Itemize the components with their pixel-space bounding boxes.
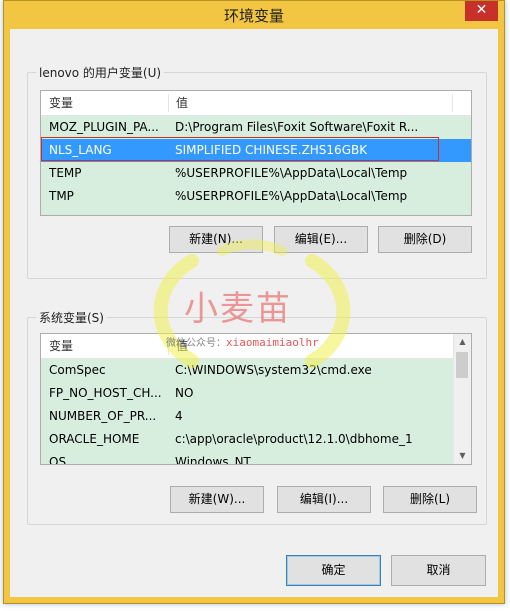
watermark-text: 小麦苗 — [184, 289, 292, 329]
column-divider[interactable] — [168, 94, 169, 112]
variable-value: %USERPROFILE%\AppData\Local\Temp — [175, 189, 408, 203]
system-variables-list[interactable]: 变量 值 ComSpec C:\WINDOWS\system32\cmd.exe… — [40, 333, 472, 465]
variable-value: Windows_NT — [175, 455, 251, 465]
watermark-caption: 微信公众号：xiaomaimiaolhr — [166, 334, 319, 349]
variable-name: TEMP — [49, 166, 82, 180]
environment-variables-dialog: 环境变量 ✕ lenovo 的用户变量(U) 变量 值 MOZ_PLUGIN_P… — [3, 0, 505, 604]
variable-name: TMP — [49, 189, 74, 203]
table-row[interactable]: OS Windows_NT — [41, 451, 455, 465]
close-icon: ✕ — [475, 2, 488, 18]
table-row[interactable]: ComSpec C:\WINDOWS\system32\cmd.exe — [41, 359, 455, 382]
ok-button[interactable]: 确定 — [286, 555, 381, 586]
variable-name: FP_NO_HOST_CH... — [49, 386, 162, 400]
column-header-value[interactable]: 值 — [176, 91, 188, 115]
user-variables-rows: MOZ_PLUGIN_PA... D:\Program Files\Foxit … — [41, 116, 471, 215]
watermark-account: xiaomaimiaolhr — [226, 336, 319, 349]
scroll-up-arrow-icon[interactable]: ▲ — [454, 334, 471, 350]
column-header-variable[interactable]: 变量 — [49, 91, 73, 115]
system-variables-rows: ComSpec C:\WINDOWS\system32\cmd.exe FP_N… — [41, 359, 455, 465]
title-bar[interactable]: 环境变量 ✕ — [4, 1, 504, 29]
variable-value: c:\app\oracle\product\12.1.0\dbhome_1 — [175, 432, 413, 446]
user-edit-button[interactable]: 编辑(E)... — [274, 226, 368, 253]
table-row[interactable]: FP_NO_HOST_CH... NO — [41, 382, 455, 405]
list-header: 变量 值 — [41, 91, 471, 116]
user-delete-button[interactable]: 删除(D) — [378, 226, 472, 253]
system-delete-button[interactable]: 删除(L) — [383, 486, 477, 513]
table-row[interactable]: NUMBER_OF_PR... 4 — [41, 405, 455, 428]
close-button[interactable]: ✕ — [465, 1, 498, 21]
user-new-button[interactable]: 新建(N)... — [169, 226, 263, 253]
table-row[interactable]: ORACLE_HOME c:\app\oracle\product\12.1.0… — [41, 428, 455, 451]
variable-value: C:\WINDOWS\system32\cmd.exe — [175, 363, 372, 377]
user-variables-label: lenovo 的用户变量(U) — [36, 64, 165, 81]
window-title: 环境变量 — [223, 7, 284, 25]
variable-name: OS — [49, 455, 67, 465]
variable-value: 4 — [175, 409, 183, 423]
scrollbar-thumb[interactable] — [456, 352, 468, 378]
system-new-button[interactable]: 新建(W)... — [170, 486, 264, 513]
watermark-caption-label: 微信公众号： — [166, 338, 226, 349]
variable-name: NUMBER_OF_PR... — [49, 409, 157, 423]
table-row[interactable]: TMP %USERPROFILE%\AppData\Local\Temp — [41, 185, 471, 208]
variable-name: ORACLE_HOME — [49, 432, 140, 446]
table-row[interactable]: MOZ_PLUGIN_PA... D:\Program Files\Foxit … — [41, 116, 471, 139]
variable-value: NO — [175, 386, 194, 400]
vertical-scrollbar[interactable]: ▲ ▼ — [453, 334, 471, 464]
table-row[interactable]: TEMP %USERPROFILE%\AppData\Local\Temp — [41, 162, 471, 185]
scroll-down-arrow-icon[interactable]: ▼ — [454, 448, 471, 464]
cancel-button[interactable]: 取消 — [391, 555, 486, 586]
variable-name: ComSpec — [49, 363, 106, 377]
highlight-box — [41, 137, 439, 161]
column-divider[interactable] — [452, 94, 453, 112]
variable-value: D:\Program Files\Foxit Software\Foxit R.… — [175, 120, 419, 134]
variable-value: %USERPROFILE%\AppData\Local\Temp — [175, 166, 408, 180]
system-variables-label: 系统变量(S) — [36, 309, 107, 326]
system-edit-button[interactable]: 编辑(I)... — [277, 486, 371, 513]
user-variables-group: lenovo 的用户变量(U) 变量 值 MOZ_PLUGIN_PA... D:… — [27, 64, 487, 279]
column-header-variable[interactable]: 变量 — [49, 334, 73, 358]
variable-name: MOZ_PLUGIN_PA... — [49, 120, 159, 134]
